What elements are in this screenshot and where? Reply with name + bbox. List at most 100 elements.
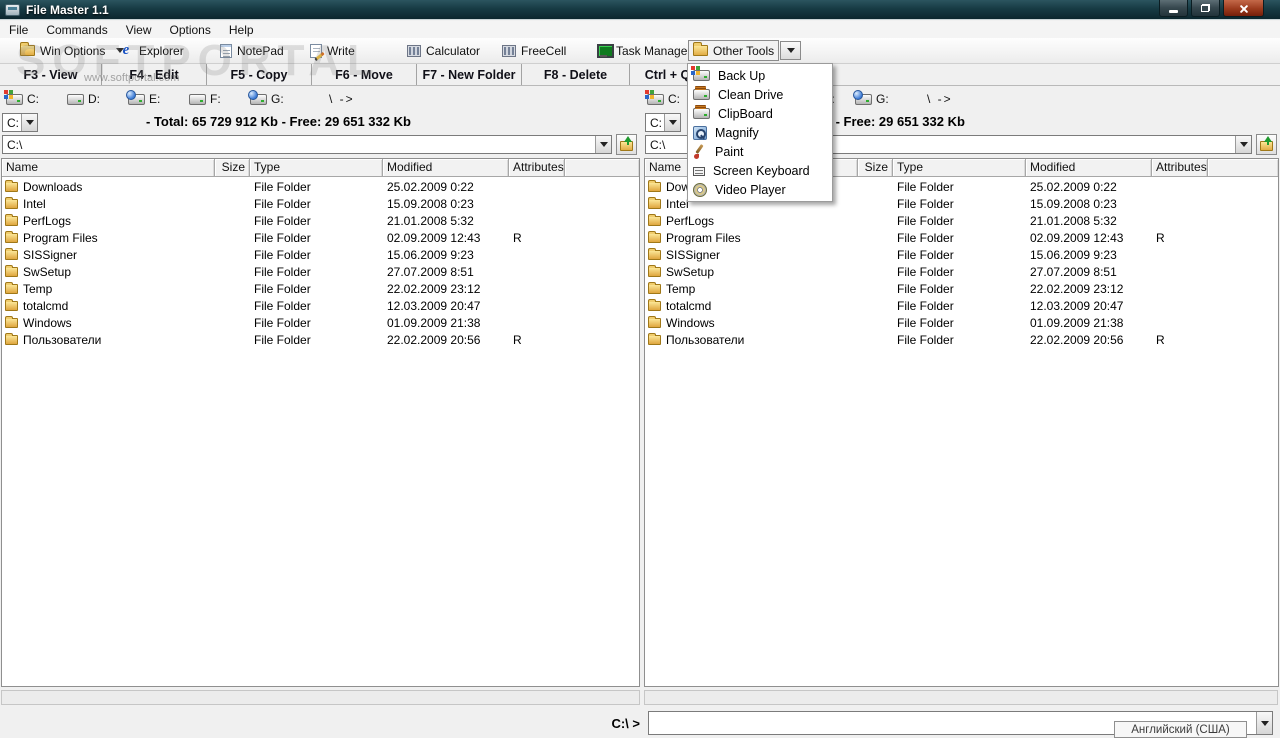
path-row: C:\ [0,134,641,156]
menu-item-clean-drive[interactable]: Clean Drive [688,85,832,104]
drive-button-F[interactable]: F: [189,92,244,106]
folder-icon [648,179,661,192]
folder-icon [693,42,708,56]
chevron-down-icon[interactable] [1235,136,1251,153]
menu-file[interactable]: File [0,22,37,38]
language-indicator[interactable]: Английский (США) [1114,721,1247,738]
f4-edit-button[interactable]: F4 - Edit [102,64,207,85]
explorer-button[interactable]: Explorer [114,40,188,61]
menu-item-magnify[interactable]: Magnify [688,123,832,142]
file-modified: 15.06.2009 9:23 [1030,247,1117,262]
file-type: File Folder [897,281,954,296]
root-arrow-label[interactable]: \ -> [927,92,953,106]
chevron-down-icon[interactable] [1256,712,1272,734]
drive-label: F: [210,92,221,106]
f7-new-folder-button[interactable]: F7 - New Folder [417,64,522,85]
column-header-size[interactable]: Size [215,159,250,176]
column-header-attributes[interactable]: Attributes [1152,159,1208,176]
menu-item-paint[interactable]: Paint [688,142,832,161]
file-attributes: R [1156,332,1165,347]
column-header-filler [1208,159,1278,176]
chevron-down-icon[interactable] [595,136,611,153]
calculator-button[interactable]: Calculator [403,40,484,61]
drive-button-C[interactable]: C: [4,89,61,106]
file-row[interactable]: totalcmd File Folder 12.03.2009 20:47 [645,297,1278,314]
chevron-down-icon[interactable] [21,114,37,131]
drive-selector[interactable]: C: [2,113,38,132]
task-manager-button[interactable]: Task Manager [592,40,695,61]
folder-icon [648,247,661,260]
chevron-down-icon[interactable] [664,114,680,131]
menu-commands[interactable]: Commands [37,22,116,38]
drive-globe-icon [853,89,872,105]
file-row[interactable]: SISSigner File Folder 15.06.2009 9:23 [2,246,639,263]
file-modified: 01.09.2009 21:38 [387,315,481,330]
drive-button-D[interactable]: D: [67,92,122,106]
drive-bar: C: D: E: F: G: \ -> [0,88,641,110]
close-button[interactable] [1223,0,1264,17]
f5-copy-button[interactable]: F5 - Copy [207,64,312,85]
menu-options[interactable]: Options [161,22,220,38]
explorer-icon [118,43,134,58]
drive-button-G[interactable]: G: [248,89,305,106]
menu-item-video-player[interactable]: Video Player [688,180,832,199]
root-arrow-label[interactable]: \ -> [329,92,355,106]
file-row[interactable]: Windows File Folder 01.09.2009 21:38 [645,314,1278,331]
column-header-name[interactable]: Name [2,159,215,176]
menu-item-screen-keyboard[interactable]: Screen Keyboard [688,161,832,180]
file-row[interactable]: SwSetup File Folder 27.07.2009 8:51 [2,263,639,280]
file-row[interactable]: PerfLogs File Folder 21.01.2008 5:32 [645,212,1278,229]
file-row[interactable]: Temp File Folder 22.02.2009 23:12 [645,280,1278,297]
other-tools-dropdown-button[interactable] [780,41,801,60]
file-modified: 02.09.2009 12:43 [387,230,481,245]
backup-drive-icon [691,66,710,81]
file-row[interactable]: SISSigner File Folder 15.06.2009 9:23 [645,246,1278,263]
file-modified: 27.07.2009 8:51 [1030,264,1117,279]
file-row[interactable]: Program Files File Folder 02.09.2009 12:43… [645,229,1278,246]
drive-button-G[interactable]: G: [853,89,903,106]
task-manager-icon [596,44,614,58]
write-button[interactable]: Write [306,40,359,61]
column-header-modified[interactable]: Modified [1026,159,1152,176]
file-row[interactable]: Windows File Folder 01.09.2009 21:38 [2,314,639,331]
minimize-icon [1169,9,1178,13]
file-row[interactable]: SwSetup File Folder 27.07.2009 8:51 [645,263,1278,280]
f8-delete-button[interactable]: F8 - Delete [522,64,630,85]
minimize-button[interactable] [1159,0,1188,17]
file-row[interactable]: Temp File Folder 22.02.2009 23:12 [2,280,639,297]
file-row[interactable]: Пользователи File Folder 22.02.2009 20:56 R [2,331,639,348]
file-row[interactable]: Intel File Folder 15.09.2008 0:23 [2,195,639,212]
restore-button[interactable] [1191,0,1220,17]
menu-help[interactable]: Help [220,22,263,38]
notepad-button[interactable]: NotePad [216,40,288,61]
file-name: PerfLogs [23,213,72,228]
drive-selector[interactable]: C: [645,113,681,132]
other-tools-button[interactable]: Other Tools [688,40,780,61]
clipboard-drive-icon [693,105,710,119]
column-header-modified[interactable]: Modified [383,159,509,176]
freecell-button[interactable]: FreeCell [498,40,570,61]
win-options-button[interactable]: Win Options [16,40,128,61]
up-folder-button[interactable] [1256,134,1277,155]
path-input[interactable]: C:\ [2,135,612,154]
column-header-type[interactable]: Type [250,159,383,176]
column-header-attributes[interactable]: Attributes [509,159,565,176]
file-row[interactable]: totalcmd File Folder 12.03.2009 20:47 [2,297,639,314]
file-name: Пользователи [23,332,102,347]
f3-view-button[interactable]: F3 - View [0,64,102,85]
file-row[interactable]: Downloads File Folder 25.02.2009 0:22 [2,178,639,195]
menu-item-clipboard[interactable]: ClipBoard [688,104,832,123]
title-bar: File Master 1.1 [0,0,1280,20]
f6-move-button[interactable]: F6 - Move [312,64,417,85]
file-row[interactable]: Пользователи File Folder 22.02.2009 20:56 R [645,331,1278,348]
up-folder-button[interactable] [616,134,637,155]
file-row[interactable]: Program Files File Folder 02.09.2009 12:43… [2,229,639,246]
folder-icon [648,213,661,226]
drive-icon [189,93,206,105]
column-header-size[interactable]: Size [858,159,893,176]
file-row[interactable]: PerfLogs File Folder 21.01.2008 5:32 [2,212,639,229]
column-header-type[interactable]: Type [893,159,1026,176]
drive-button-E[interactable]: E: [126,89,183,106]
menu-view[interactable]: View [117,22,161,38]
menu-item-back-up[interactable]: Back Up [688,66,832,85]
